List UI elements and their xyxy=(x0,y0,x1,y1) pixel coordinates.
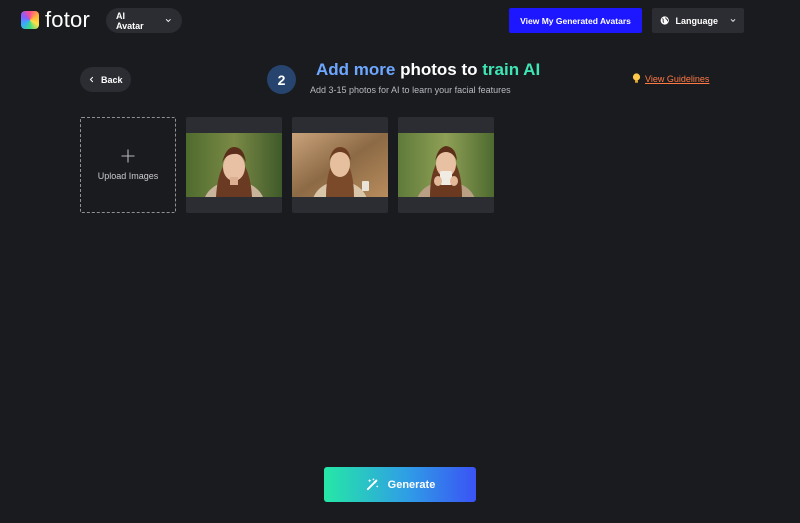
step-number-badge: 2 xyxy=(267,65,296,94)
step-subtitle: Add 3-15 photos for AI to learn your fac… xyxy=(310,85,511,95)
uploaded-photo-card[interactable] xyxy=(292,117,388,213)
chevron-left-icon xyxy=(89,76,94,83)
language-label: Language xyxy=(675,15,718,26)
uploaded-photo-thumbnail xyxy=(186,133,282,197)
magic-wand-icon xyxy=(366,478,379,491)
upload-images-label: Upload Images xyxy=(97,171,159,181)
chevron-down-icon xyxy=(166,19,172,23)
step-title: Add more photos to train AI xyxy=(316,60,540,80)
uploaded-photo-thumbnail xyxy=(398,133,494,197)
logo-text: fotor xyxy=(45,7,91,32)
language-button[interactable]: Language xyxy=(652,8,744,33)
globe-icon xyxy=(660,16,669,25)
product-select[interactable]: AI Avatar xyxy=(106,8,182,33)
upload-images-dropzone[interactable]: Upload Images xyxy=(80,117,176,213)
back-label: Back xyxy=(101,74,123,85)
view-guidelines-link[interactable]: View Guidelines xyxy=(645,74,709,84)
view-generated-avatars-button[interactable]: View My Generated Avatars xyxy=(509,8,642,33)
step-title-part2: photos to xyxy=(400,60,478,79)
generate-button[interactable]: Generate xyxy=(324,467,476,502)
generate-label: Generate xyxy=(387,478,436,491)
product-select-label: AI Avatar xyxy=(116,10,144,31)
uploaded-photo-card[interactable] xyxy=(186,117,282,213)
fotor-logo[interactable]: fotor xyxy=(21,9,90,31)
top-header: fotor AI Avatar View My Generated Avatar… xyxy=(0,0,800,40)
guidelines: View Guidelines xyxy=(632,73,709,84)
fotor-logo-icon xyxy=(21,11,39,29)
step-title-part1: Add more xyxy=(316,60,396,79)
uploaded-photo-card[interactable] xyxy=(398,117,494,213)
plus-icon xyxy=(121,149,135,163)
back-button[interactable]: Back xyxy=(80,67,131,92)
chevron-down-icon xyxy=(730,19,736,22)
step-title-part3: train AI xyxy=(482,60,541,79)
uploaded-photo-thumbnail xyxy=(292,133,388,197)
lightbulb-icon xyxy=(632,73,641,83)
